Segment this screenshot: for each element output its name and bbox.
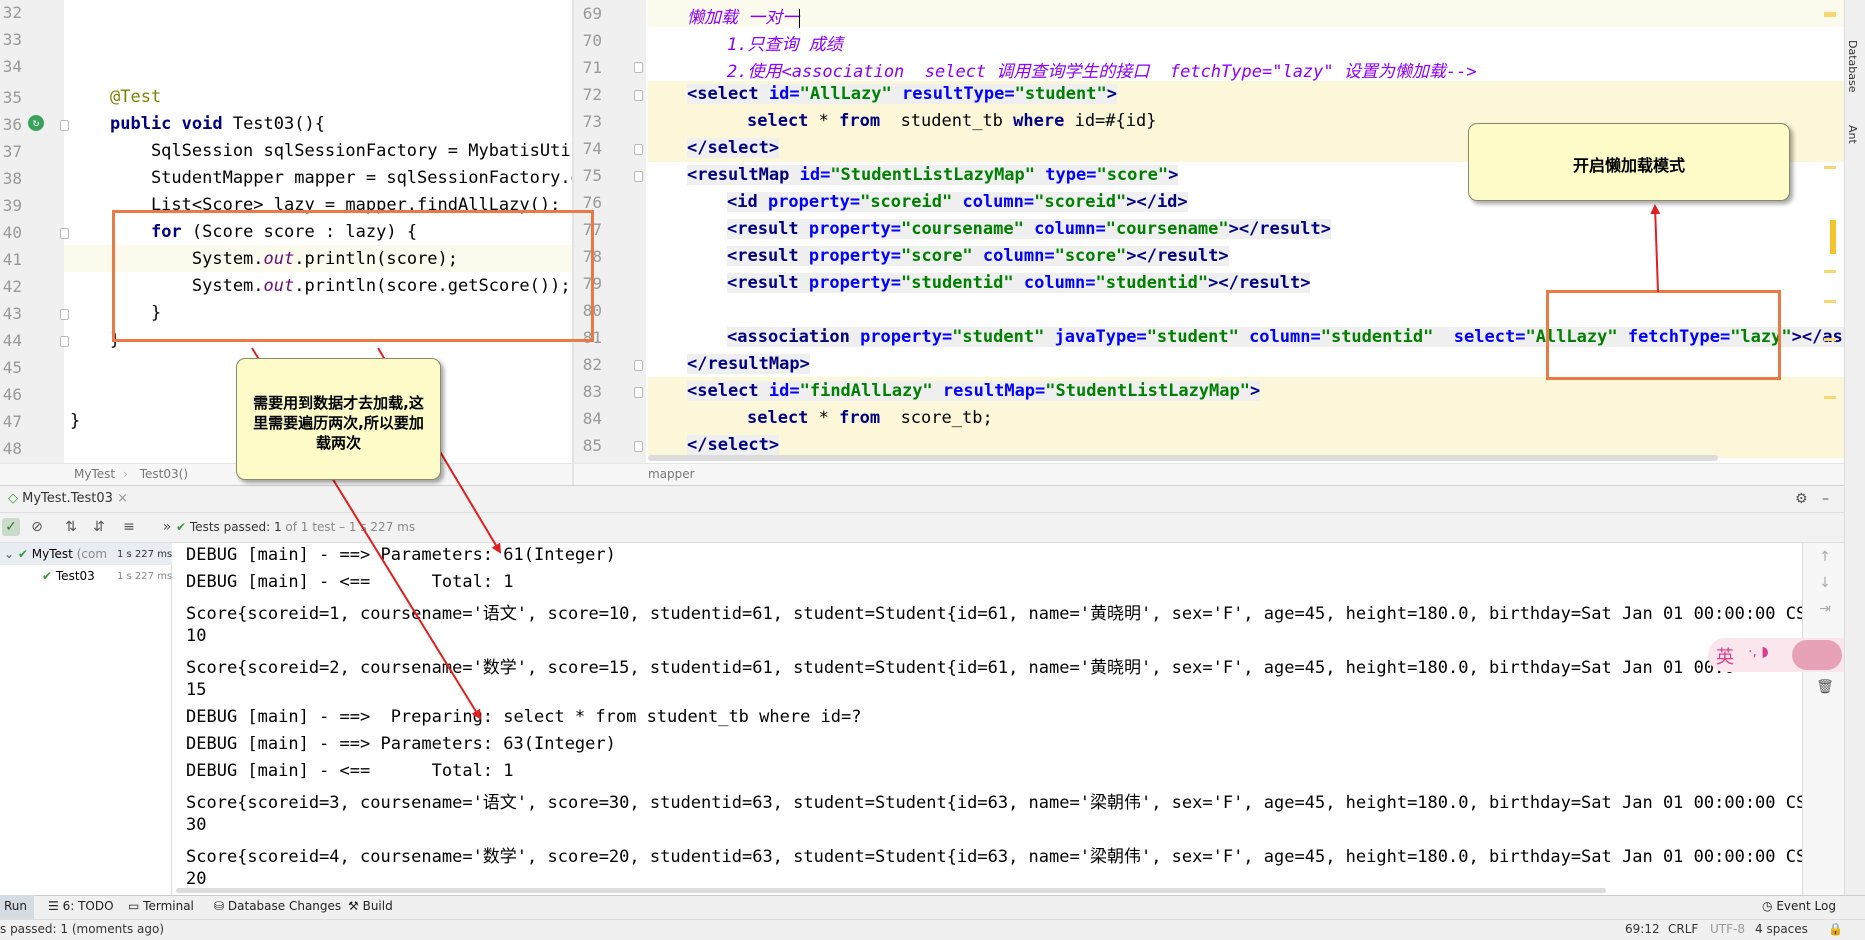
arrow-to-lazy-note xyxy=(1650,204,1661,293)
annotation-note-left: 需要用到数据才去加载,这里需要遍历两次,所以要加载两次 xyxy=(236,358,441,480)
annotation-note-right: 开启懒加载模式 xyxy=(1468,123,1790,201)
